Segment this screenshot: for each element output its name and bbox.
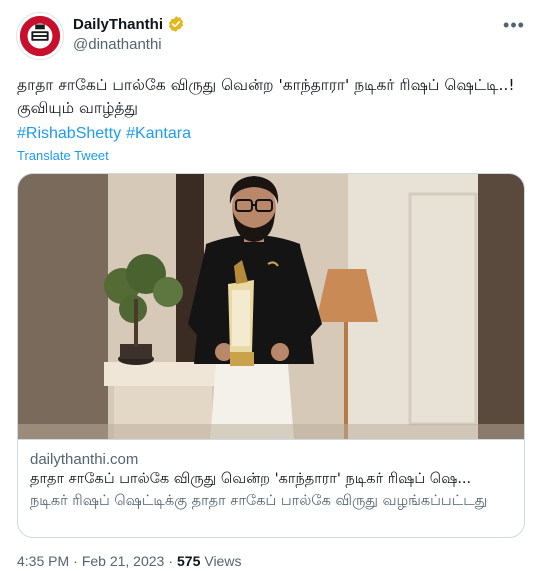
more-options-icon[interactable]: ••• [503,14,525,36]
card-description: நடிகர் ரிஷப் ஷெட்டிக்கு தாதா சாகேப் பால்… [30,493,488,509]
tweet: DailyThanthi @dinathanthi ••• தாதா சாகேப… [0,0,541,571]
tweet-time[interactable]: 4:35 PM [17,553,69,569]
dailythanthi-logo-icon [17,13,63,59]
account-handle[interactable]: @dinathanthi [73,36,162,53]
card-title: தாதா சாகேப் பால்கே விருது வென்ற 'காந்தார… [30,471,472,487]
meta-separator: · [168,553,173,569]
views-label: Views [204,553,242,569]
translate-tweet-link[interactable]: Translate Tweet [17,148,109,163]
verified-badge-icon [167,15,185,33]
hashtag-kantara[interactable]: #Kantara [126,125,191,143]
tweet-date[interactable]: Feb 21, 2023 [82,553,165,569]
meta-separator: · [73,553,78,569]
card-domain: dailythanthi.com [30,451,139,468]
name-row: DailyThanthi [73,15,185,33]
avatar[interactable] [16,12,64,60]
card-image[interactable] [18,174,524,440]
link-card[interactable]: dailythanthi.com தாதா சாகேப் பால்கே விரு… [17,173,525,538]
display-name[interactable]: DailyThanthi [73,16,163,33]
hashtag-rishabshetty[interactable]: #RishabShetty [17,125,121,143]
tweet-meta: 4:35 PM · Feb 21, 2023 · 575 Views [17,553,241,569]
views-count: 575 [177,553,201,569]
tweet-text: தாதா சாகேப் பால்கே விருது வென்ற 'காந்தார… [17,76,515,117]
hashtags: #RishabShetty #Kantara [17,125,191,143]
